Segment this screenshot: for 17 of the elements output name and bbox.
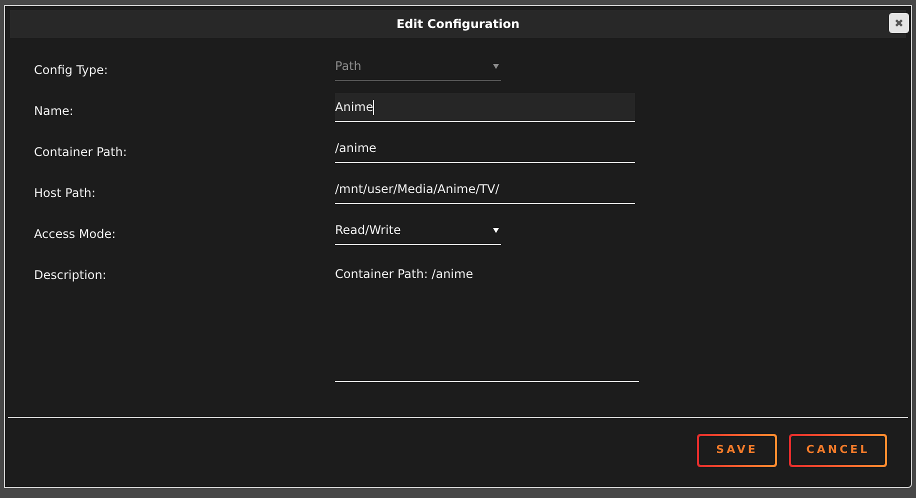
caret-icon <box>493 227 499 233</box>
field-label: Container Path: <box>34 144 128 161</box>
input-field[interactable]: Anime <box>335 93 635 122</box>
input-field[interactable]: /mnt/user/Media/Anime/TV/ <box>335 175 635 204</box>
caret-icon <box>493 63 499 69</box>
field-label: Name: <box>34 103 74 120</box>
input-field[interactable]: /anime <box>335 134 635 163</box>
field-label: Access Mode: <box>34 226 117 243</box>
window-title: Edit Configuration <box>396 16 520 33</box>
field-label: Host Path: <box>34 185 97 202</box>
dropdown[interactable]: Read/Write <box>335 216 501 245</box>
field-label: Config Type: <box>34 62 109 79</box>
save-button[interactable]: SAVE <box>697 434 777 467</box>
field-label: Description: <box>34 267 108 284</box>
description-field[interactable]: Container Path: /anime <box>335 257 639 382</box>
cancel-button[interactable]: CANCEL <box>789 434 887 467</box>
close-button[interactable]: ✖ <box>889 13 909 33</box>
